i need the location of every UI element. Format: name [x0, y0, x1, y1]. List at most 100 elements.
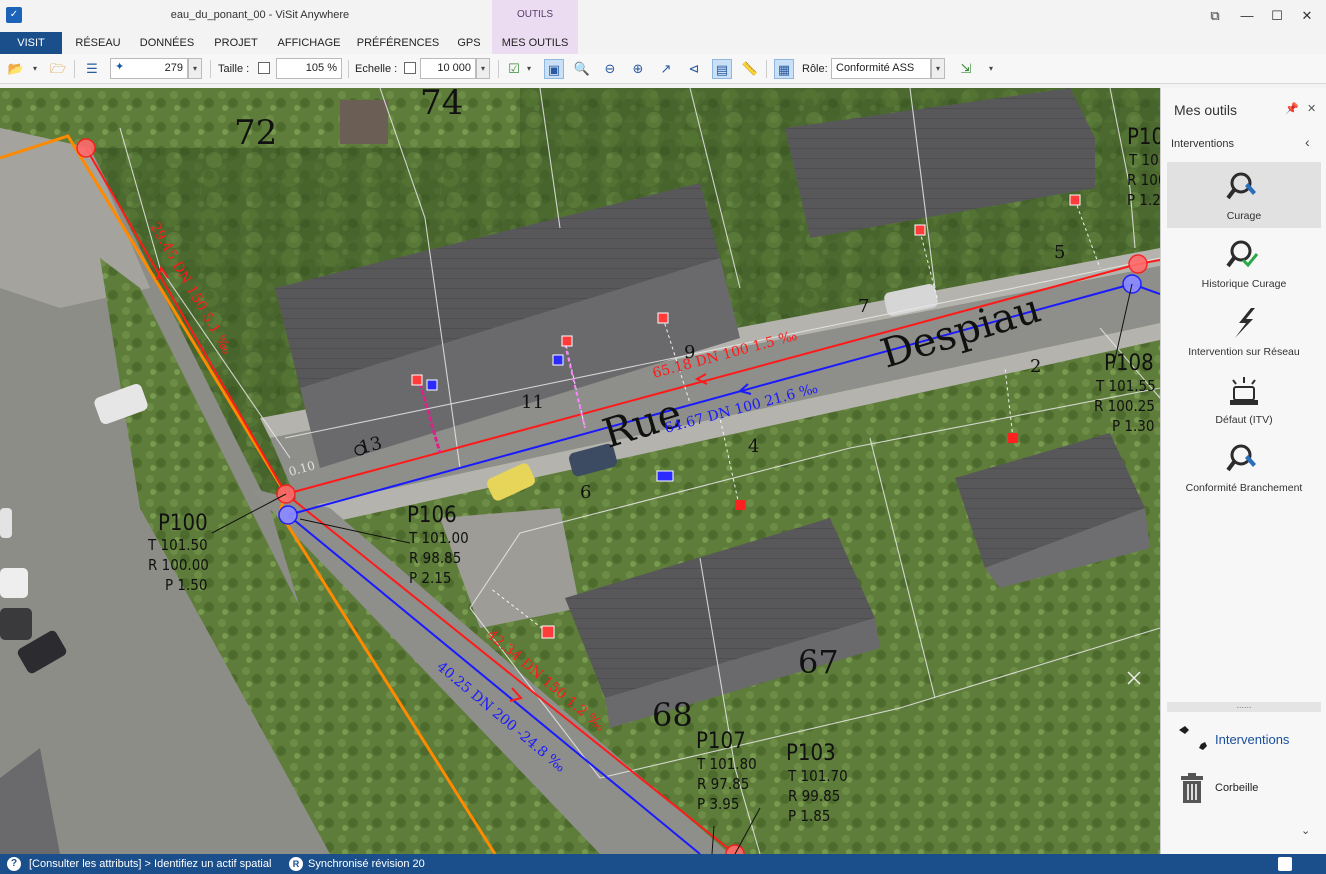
- status-text: [Consulter les attributs] > Identifiez u…: [29, 858, 272, 870]
- close-button[interactable]: ✕: [1297, 6, 1317, 26]
- tool-historique-curage[interactable]: Historique Curage: [1167, 230, 1321, 296]
- overview-icon[interactable]: ▤: [712, 59, 732, 79]
- manhole-detail: R 100: [1127, 171, 1160, 189]
- ribbon-tabs: VISIT RÉSEAU DONNÉES PROJET AFFICHAGE PR…: [0, 32, 1326, 83]
- minimize-button[interactable]: —: [1237, 6, 1257, 26]
- taille-checkbox[interactable]: [258, 62, 270, 74]
- sync-status: Synchronisé révision 20: [308, 858, 425, 870]
- zoom-in-icon[interactable]: ⊕: [628, 59, 648, 79]
- section-collapse-icon[interactable]: ‹: [1305, 134, 1310, 150]
- map-view-icon[interactable]: ▣: [544, 59, 564, 79]
- symbol-input[interactable]: ✦ 279: [110, 58, 188, 79]
- tool-label: Curage: [1226, 210, 1262, 222]
- tool-curage[interactable]: Curage: [1167, 162, 1321, 228]
- taille-label: Taille :: [218, 63, 250, 75]
- tab-gps[interactable]: GPS: [450, 32, 488, 54]
- mes-outils-panel: Mes outils 📌 ✕ Interventions ‹ Curage Hi…: [1160, 88, 1326, 854]
- symbol-dropdown[interactable]: ▾: [188, 58, 202, 79]
- tab-preferences[interactable]: PRÉFÉRENCES: [354, 32, 442, 54]
- manhole-detail: R 97.85: [697, 775, 749, 793]
- export-icon[interactable]: ⇲: [956, 59, 976, 79]
- maximize-button[interactable]: ☐: [1267, 6, 1287, 26]
- manhole-detail: T 101: [1128, 151, 1160, 169]
- parcel-number: 2: [1030, 356, 1041, 377]
- role-dropdown[interactable]: ▾: [931, 58, 945, 79]
- manhole-p100-blue[interactable]: [278, 505, 298, 525]
- manhole-detail: P 1.85: [788, 807, 830, 825]
- context-group-outils: OUTILS: [492, 0, 578, 32]
- parcel-number: 4: [748, 436, 759, 457]
- parcel-number: 68: [652, 696, 693, 734]
- magnifier-wrench-icon: [1167, 170, 1321, 204]
- beacon-icon: [1167, 374, 1321, 408]
- echelle-label: Echelle :: [355, 63, 398, 75]
- manhole-detail: T 101.50: [147, 536, 208, 554]
- tab-projet[interactable]: PROJET: [208, 32, 264, 54]
- magnifier-check-icon: [1167, 238, 1321, 272]
- status-help-icon[interactable]: ?: [7, 857, 21, 871]
- role-select[interactable]: Conformité ASS: [831, 58, 931, 79]
- manhole-detail: P 3.95: [697, 795, 739, 813]
- nav-label: Interventions: [1215, 732, 1290, 747]
- manhole-red[interactable]: [76, 138, 96, 158]
- manhole-detail: P 2.15: [409, 569, 451, 587]
- pin-icon[interactable]: 📌: [1285, 102, 1299, 115]
- app-window: ✓ eau_du_ponant_00 - ViSit Anywhere OUTI…: [0, 0, 1326, 874]
- title-bar: ✓ eau_du_ponant_00 - ViSit Anywhere OUTI…: [0, 0, 1326, 32]
- open-project-icon[interactable]: 📂: [6, 59, 26, 79]
- tab-mes-outils[interactable]: MES OUTILS: [492, 32, 578, 54]
- magnifier-wrench-icon: [1167, 442, 1321, 476]
- taille-input[interactable]: 105 %: [276, 58, 342, 79]
- manhole-id: P108: [1104, 351, 1154, 376]
- validate-icon[interactable]: ☑: [504, 59, 524, 79]
- restore-layout-icon[interactable]: ⧉: [1205, 6, 1225, 26]
- pan-arrow-icon[interactable]: ↗: [656, 59, 676, 79]
- symbol-value: 279: [164, 62, 183, 74]
- save-icon[interactable]: [1278, 857, 1292, 871]
- echelle-checkbox[interactable]: [404, 62, 416, 74]
- tool-defaut-itv[interactable]: Défaut (ITV): [1167, 366, 1321, 432]
- open-project-dropdown-icon[interactable]: ▾: [30, 59, 40, 79]
- zoom-select-icon[interactable]: 🔍: [572, 59, 592, 79]
- layer-list-icon[interactable]: ☰: [82, 59, 102, 79]
- tool-conformite-branchement[interactable]: Conformité Branchement: [1167, 434, 1321, 500]
- validate-dropdown-icon[interactable]: ▾: [524, 59, 534, 79]
- toolbar-overflow-icon[interactable]: ▾: [986, 59, 996, 79]
- tool-label: Défaut (ITV): [1215, 414, 1273, 426]
- echelle-dropdown[interactable]: ▾: [476, 58, 490, 79]
- toolbar: 📂 ▾ 🗁 ☰ ✦ 279 ▾ Taille : 105 % Echelle :…: [0, 54, 1326, 84]
- tab-reseau[interactable]: RÉSEAU: [70, 32, 126, 54]
- manhole-p10x-red[interactable]: [1128, 254, 1148, 274]
- manhole-detail: R 99.85: [788, 787, 840, 805]
- tab-affichage[interactable]: AFFICHAGE: [272, 32, 346, 54]
- map-canvas[interactable]: 72 74 67 68 5 7 9 11 13 2 4 6 Rue Despia…: [0, 88, 1160, 854]
- parcel-number: 6: [580, 482, 591, 503]
- car: [0, 508, 12, 538]
- tool-intervention-reseau[interactable]: Intervention sur Réseau: [1167, 298, 1321, 364]
- panel-close-icon[interactable]: ✕: [1307, 102, 1316, 115]
- folder-settings-icon[interactable]: 🗁: [48, 59, 68, 79]
- previous-extent-icon[interactable]: ⊲: [684, 59, 704, 79]
- map-svg[interactable]: 72 74 67 68 5 7 9 11 13 2 4 6 Rue Despia…: [0, 88, 1160, 854]
- parcel-number: 67: [798, 643, 839, 681]
- manhole-id: P100: [158, 511, 208, 536]
- manhole-detail: T 101.70: [787, 767, 848, 785]
- parcel-number: 5: [1054, 242, 1065, 263]
- parcel-number: 74: [420, 88, 463, 123]
- status-bar: ? [Consulter les attributs] > Identifiez…: [0, 854, 1326, 874]
- symbol-icon: ✦: [115, 61, 125, 73]
- measure-icon[interactable]: 📏: [740, 59, 760, 79]
- tab-donnees[interactable]: DONNÉES: [134, 32, 200, 54]
- echelle-input[interactable]: 10 000: [420, 58, 476, 79]
- zoom-out-icon[interactable]: ⊖: [600, 59, 620, 79]
- role-icon[interactable]: ▦: [774, 59, 794, 79]
- chevron-down-icon[interactable]: ⌄: [1301, 824, 1310, 837]
- window-title: eau_du_ponant_00 - ViSit Anywhere: [170, 9, 350, 21]
- role-label: Rôle:: [802, 63, 828, 75]
- manhole-id: P10: [1127, 125, 1160, 150]
- nav-label: Corbeille: [1215, 782, 1259, 794]
- manhole-id: P107: [696, 729, 746, 754]
- section-title: Interventions: [1171, 138, 1234, 150]
- panel-splitter[interactable]: ......: [1167, 701, 1321, 712]
- tab-visit[interactable]: VISIT: [0, 32, 62, 54]
